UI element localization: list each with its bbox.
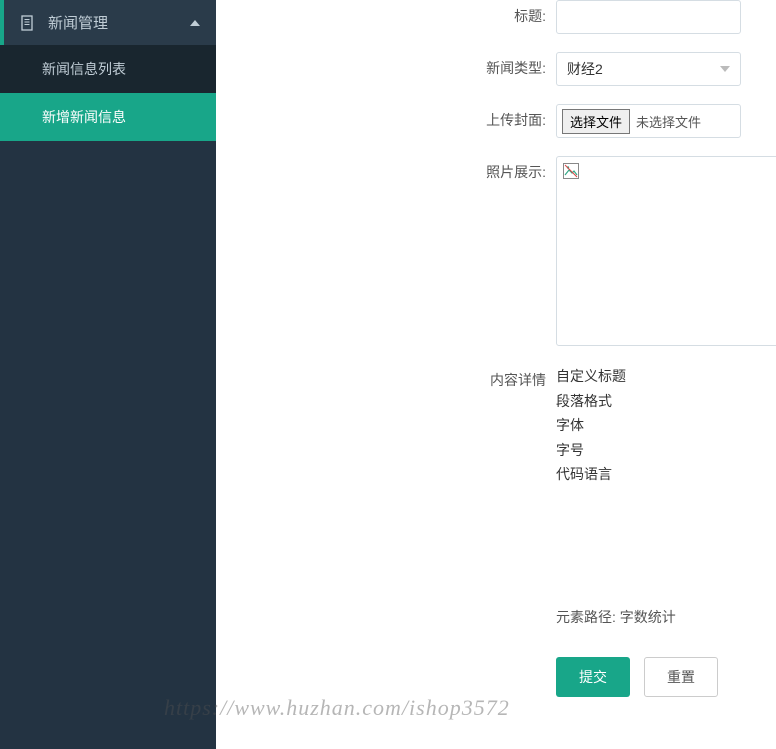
choose-file-button[interactable]: 选择文件 <box>562 109 630 134</box>
sidebar-item-news-add[interactable]: 新增新闻信息 <box>0 93 216 141</box>
sidebar-item-label: 新闻信息列表 <box>42 61 126 77</box>
sidebar-item-news-list[interactable]: 新闻信息列表 <box>0 45 216 93</box>
title-input[interactable] <box>556 0 741 34</box>
editor-footer: 元素路径: 字数统计 <box>556 607 776 627</box>
editor-option[interactable]: 字号 <box>556 438 776 463</box>
category-value: 财经2 <box>567 59 603 79</box>
main-content: 标题 新闻类型 财经2 上传封面 选择文件 未选择文件 照片展示 <box>216 0 776 749</box>
editor-option[interactable]: 自定义标题 <box>556 364 776 389</box>
label-preview: 照片展示 <box>216 156 556 182</box>
submit-button[interactable]: 提交 <box>556 657 630 697</box>
sidebar-section-news[interactable]: 新闻管理 <box>0 0 216 45</box>
reset-button[interactable]: 重置 <box>644 657 718 697</box>
chevron-down-icon <box>720 66 730 72</box>
document-icon <box>20 15 36 31</box>
chevron-up-icon <box>190 20 200 26</box>
editor-option[interactable]: 段落格式 <box>556 389 776 414</box>
sidebar-section-label: 新闻管理 <box>48 12 108 33</box>
form-actions: 提交 重置 <box>556 657 776 697</box>
label-category: 新闻类型 <box>216 52 556 78</box>
sidebar: 新闻管理 新闻信息列表 新增新闻信息 <box>0 0 216 749</box>
image-preview <box>556 156 776 346</box>
category-select[interactable]: 财经2 <box>556 52 741 86</box>
label-spacer <box>216 657 556 663</box>
label-cover: 上传封面 <box>216 104 556 130</box>
label-title: 标题 <box>216 0 556 26</box>
sidebar-item-label: 新增新闻信息 <box>42 109 126 125</box>
editor-option[interactable]: 字体 <box>556 413 776 438</box>
file-status-text: 未选择文件 <box>636 112 701 131</box>
label-content: 内容详情 <box>216 364 556 390</box>
editor-toolbar: 自定义标题 段落格式 字体 字号 代码语言 <box>556 364 776 487</box>
editor-option[interactable]: 代码语言 <box>556 462 776 487</box>
file-input-wrap: 选择文件 未选择文件 <box>556 104 741 138</box>
broken-image-icon <box>563 163 579 179</box>
